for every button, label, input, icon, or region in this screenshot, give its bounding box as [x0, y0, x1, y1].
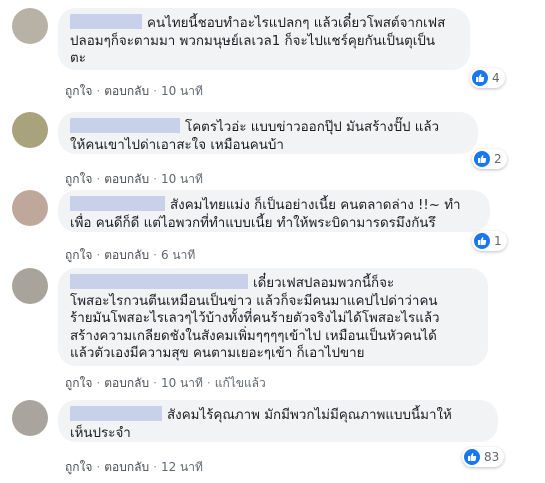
timestamp[interactable]: 10 นาที [161, 172, 203, 186]
commenter-name-redacted[interactable] [70, 406, 162, 421]
avatar[interactable] [12, 268, 48, 304]
thumbs-up-icon [474, 233, 490, 249]
thumbs-up-icon [474, 151, 490, 167]
like-link[interactable]: ถูกใจ [65, 248, 92, 262]
comment-text: เห็นประจำ [70, 425, 131, 441]
avatar[interactable] [12, 190, 48, 226]
comment-actions: ถูกใจ · ตอบกลับ · 10 นาที [65, 172, 203, 186]
comment-actions: ถูกใจ · ตอบกลับ · 12 นาที [65, 460, 203, 474]
comment-text: ตะ [70, 51, 86, 66]
like-link[interactable]: ถูกใจ [65, 172, 92, 186]
comment-actions: ถูกใจ · ตอบกลับ · 10 นาที [65, 84, 203, 98]
comment-text: เดี๋ยวเฟสปลอมพวกนี้ก็จะ [70, 274, 476, 293]
reaction-count: 83 [484, 450, 500, 464]
reply-link[interactable]: ตอบกลับ [104, 376, 149, 390]
reaction-count-badge[interactable]: 83 [462, 447, 505, 467]
timestamp[interactable]: 10 นาที [161, 376, 203, 390]
timestamp[interactable]: 10 นาที [161, 84, 203, 98]
commenter-name-redacted[interactable] [70, 274, 248, 289]
comment-text: สังคมไทยแม่ง ก็เป็นอย่างเนี้ย คนตลาดล่าง… [70, 196, 478, 215]
comment-text: เพื่อ คนดีก็ดี แต่ไอพวกที่ทำแบบเนี้ย ทำใ… [70, 215, 436, 231]
thumbs-up-icon [464, 449, 480, 465]
reaction-count: 4 [492, 71, 500, 85]
reply-link[interactable]: ตอบกลับ [104, 460, 149, 474]
comment-text: โพสอะไรกวนตีนเหมือนเป็นข่าว แล้วก็จะมีคน… [70, 293, 438, 309]
comment-text: ร้ายมันโพสอะไรเลวๆไว้บ้างทั้งที่คนร้ายตั… [70, 311, 440, 326]
commenter-name-redacted[interactable] [70, 118, 180, 133]
edited-link[interactable]: แก้ไขแล้ว [215, 376, 266, 390]
like-link[interactable]: ถูกใจ [65, 460, 92, 474]
reaction-count-badge[interactable]: 1 [472, 231, 507, 251]
reply-link[interactable]: ตอบกลับ [104, 248, 149, 262]
reply-link[interactable]: ตอบกลับ [104, 172, 149, 186]
timestamp[interactable]: 6 นาที [161, 248, 195, 262]
reaction-count: 1 [494, 234, 502, 248]
comment-text: ให้คนเขาไปด่าเอาสะใจ เหมือนคนบ้า [70, 137, 284, 153]
reaction-count: 2 [494, 152, 502, 166]
avatar[interactable] [12, 112, 48, 148]
avatar[interactable] [12, 400, 48, 436]
comment-text: แล้วตัวเองมีความสุข คนตามเยอะๆเข้า ก็เอา… [70, 346, 365, 361]
reply-link[interactable]: ตอบกลับ [104, 84, 149, 98]
commenter-name-redacted[interactable] [70, 196, 165, 211]
commenter-name-redacted[interactable] [70, 14, 142, 29]
comment-bubble: คนไทยนี้ชอบทำอะไรแปลกๆ แล้วเดี๋ยวโพสต์จา… [58, 8, 470, 70]
comment-text: สร้างความเกลียดชังในสังคมเพิ่มๆๆๆๆเข้าไป… [70, 328, 437, 344]
comment-bubble: โคตรไวอ่ะ แบบข่าวออกปุ๊ป มันสร้างปั๊ป แล… [58, 112, 478, 154]
comment-bubble: สังคมไทยแม่ง ก็เป็นอย่างเนี้ย คนตลาดล่าง… [58, 190, 490, 232]
comment-text: คนไทยนี้ชอบทำอะไรแปลกๆ แล้วเดี๋ยวโพสต์จา… [70, 14, 458, 33]
comment-text: โคตรไวอ่ะ แบบข่าวออกปุ๊ป มันสร้างปั๊ป แล… [70, 118, 466, 137]
reaction-count-badge[interactable]: 2 [472, 149, 507, 169]
comment-actions: ถูกใจ · ตอบกลับ · 10 นาที · แก้ไขแล้ว [65, 376, 266, 390]
timestamp[interactable]: 12 นาที [161, 460, 203, 474]
like-link[interactable]: ถูกใจ [65, 84, 92, 98]
comment-bubble: สังคมไร้คุณภาพ มักมีพวกไม่มีคุณภาพแบบนี้… [58, 400, 498, 442]
comment-text: สังคมไร้คุณภาพ มักมีพวกไม่มีคุณภาพแบบนี้… [70, 406, 486, 425]
reaction-count-badge[interactable]: 4 [470, 68, 505, 88]
avatar[interactable] [12, 8, 48, 44]
comment-text: ปลอมๆก็จะตามมา พวกมนุษย์เลเวล1 ก็จะไปแชร… [70, 33, 436, 49]
thumbs-up-icon [472, 70, 488, 86]
like-link[interactable]: ถูกใจ [65, 376, 92, 390]
comment-bubble: เดี๋ยวเฟสปลอมพวกนี้ก็จะ โพสอะไรกวนตีนเหม… [58, 268, 488, 366]
comment-actions: ถูกใจ · ตอบกลับ · 6 นาที [65, 248, 196, 262]
